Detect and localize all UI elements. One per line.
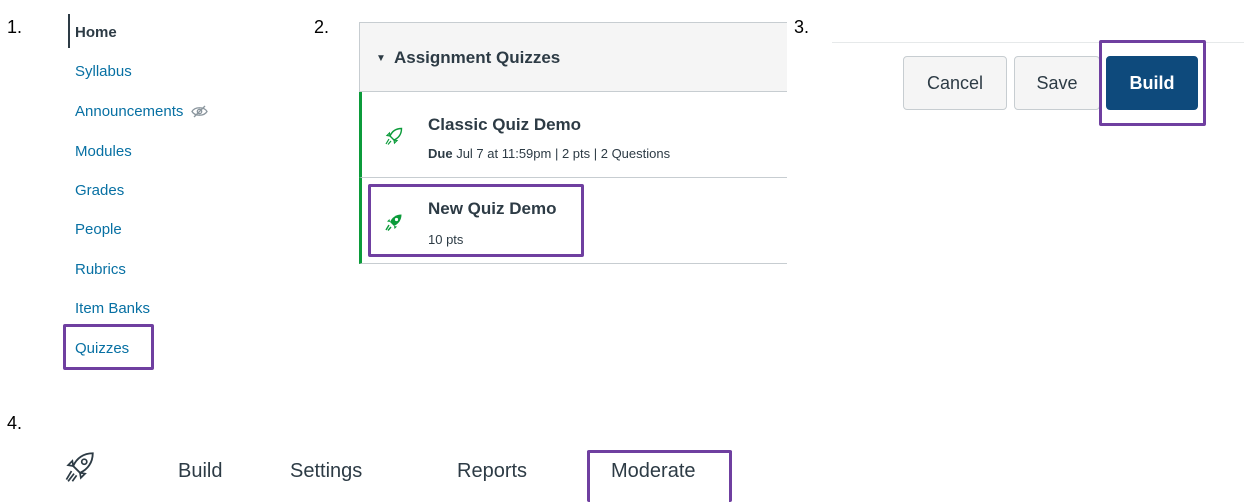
quiz-details-classic: | 2 pts | 2 Questions [551, 146, 671, 161]
step-number-4: 4. [7, 413, 23, 433]
nav-item-modules[interactable]: Modules [75, 143, 132, 160]
step-number-3: 3. [794, 17, 810, 37]
highlight-box-new-quiz [368, 184, 584, 257]
nav-item-syllabus[interactable]: Syllabus [75, 63, 132, 80]
nav-item-announcements[interactable]: Announcements [75, 103, 209, 122]
nav-item-rubrics[interactable]: Rubrics [75, 261, 126, 278]
highlight-box-quizzes [63, 324, 154, 370]
highlight-box-moderate [587, 450, 732, 502]
assignment-group-header[interactable]: ▼ Assignment Quizzes [359, 22, 787, 92]
highlight-box-build [1099, 40, 1206, 126]
active-indicator [68, 14, 70, 48]
tab-build[interactable]: Build [178, 460, 222, 483]
nav-item-grades[interactable]: Grades [75, 182, 124, 199]
nav-item-home[interactable]: Home [75, 24, 117, 41]
nav-item-item-banks[interactable]: Item Banks [75, 300, 150, 317]
eye-slash-icon [191, 105, 209, 122]
quiz-title-classic[interactable]: Classic Quiz Demo [428, 115, 581, 135]
save-button[interactable]: Save [1014, 56, 1100, 110]
nav-item-announcements-label: Announcements [75, 103, 184, 120]
due-label: Due [428, 146, 453, 161]
due-date: Jul 7 at 11:59pm [456, 146, 552, 161]
tab-settings[interactable]: Settings [290, 460, 362, 483]
tab-reports[interactable]: Reports [457, 460, 527, 483]
quiz-meta-classic: Due Jul 7 at 11:59pm | 2 pts | 2 Questio… [428, 146, 670, 161]
cancel-button[interactable]: Cancel [903, 56, 1007, 110]
rocket-outline-icon [63, 449, 97, 488]
rocket-outline-icon [384, 126, 404, 151]
caret-down-icon: ▼ [376, 53, 386, 64]
nav-item-people[interactable]: People [75, 221, 122, 238]
step-number-1: 1. [7, 17, 23, 37]
step-number-2: 2. [314, 17, 330, 37]
assignment-group-title: Assignment Quizzes [394, 48, 561, 67]
quiz-row-classic[interactable]: Classic Quiz Demo Due Jul 7 at 11:59pm |… [359, 92, 787, 178]
